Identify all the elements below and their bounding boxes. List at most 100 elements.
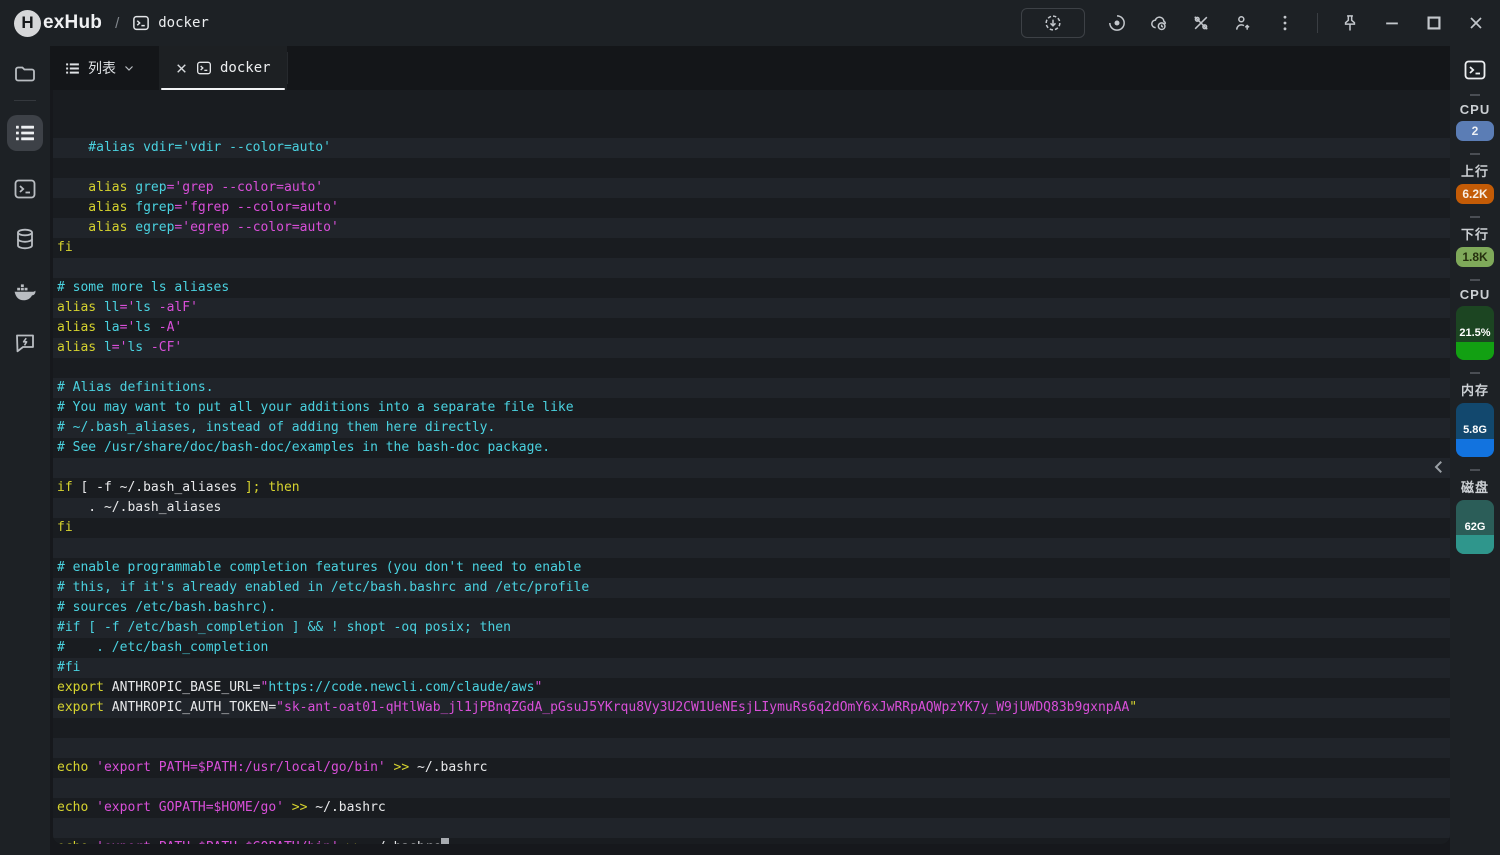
monitor-cpu-cores: CPU 2: [1456, 94, 1494, 141]
chat-icon[interactable]: [13, 331, 37, 355]
terminal-line: # . /etc/bash_completion: [57, 640, 269, 655]
terminal-tab-icon: [196, 60, 212, 76]
maximize-window-icon[interactable]: [1424, 13, 1444, 33]
title-bar: H exHub / docker: [0, 0, 1500, 46]
invite-user-icon[interactable]: [1233, 13, 1253, 33]
features-disabled-icon[interactable]: [1191, 13, 1211, 33]
monitor-sections: CPU 2 上行 6.2K 下行 1.8K CPU 21.5% 内存 5.8G 磁盘 62G: [1456, 82, 1494, 554]
terminal-line: #alias vdir='vdir --color=auto': [53, 138, 1450, 158]
terminal-line: [53, 458, 1450, 478]
terminal-line: alias grep='grep --color=auto': [53, 178, 1450, 198]
terminal-line: # See /usr/share/doc/bash-doc/examples i…: [57, 440, 551, 455]
database-icon[interactable]: [13, 227, 37, 251]
update-icon: [1045, 15, 1061, 31]
monitor-value-cpu-cores: 2: [1456, 121, 1494, 141]
terminal-line: [53, 818, 1450, 838]
update-check-button[interactable]: [1021, 8, 1085, 38]
terminal-panel[interactable]: #alias vdir='vdir --color=auto' alias gr…: [53, 90, 1450, 844]
monitor-value-upload: 6.2K: [1456, 184, 1494, 204]
terminal-line: export ANTHROPIC_BASE_URL="https://code.…: [57, 680, 543, 695]
breadcrumb-separator: /: [115, 14, 120, 32]
terminal-line: [53, 738, 1450, 758]
terminal-line: fi: [57, 240, 73, 255]
session-list-dropdown[interactable]: 列表: [50, 46, 149, 90]
terminal-line: echo 'export GOPATH=$HOME/go' >> ~/.bash…: [57, 800, 386, 815]
titlebar-actions: [1021, 8, 1486, 38]
app-brand: H exHub: [14, 9, 103, 37]
terminal-line: if [ -f ~/.bash_aliases ]; then: [57, 480, 300, 495]
terminal-line: fi: [57, 520, 73, 535]
sidebar-item-session-list[interactable]: [7, 115, 43, 151]
monitor-label: 内存: [1460, 383, 1489, 398]
monitor-upload: 上行 6.2K: [1456, 153, 1494, 204]
left-sidebar: [0, 46, 50, 855]
terminal-line: alias la='ls -A': [57, 320, 183, 335]
minimize-window-icon[interactable]: [1382, 13, 1402, 33]
close-window-icon[interactable]: [1466, 13, 1486, 33]
app-title: exHub: [43, 12, 103, 33]
terminal-cursor: [440, 838, 449, 844]
tab-separator: [286, 52, 288, 84]
monitor-label: CPU: [1459, 287, 1491, 302]
list-dropdown-label: 列表: [88, 60, 116, 76]
docker-icon[interactable]: [13, 279, 37, 303]
monitor-value-cpu-usage: 21.5%: [1456, 306, 1494, 360]
monitor-label: 磁盘: [1460, 480, 1489, 495]
terminal-session-icon: [132, 14, 150, 32]
monitor-separator: [1470, 279, 1480, 281]
terminal-line: # You may want to put all your additions…: [57, 400, 574, 415]
monitor-memory: 内存 5.8G: [1456, 372, 1494, 457]
terminal-line: alias ll='ls -alF': [53, 298, 1450, 318]
folder-icon[interactable]: [13, 62, 37, 86]
sidebar-divider: [14, 100, 36, 101]
monitor-separator: [1470, 372, 1480, 374]
pin-window-icon[interactable]: [1340, 13, 1360, 33]
monitor-label: 上行: [1460, 164, 1489, 179]
list-icon: [64, 60, 81, 77]
chevron-down-icon: [123, 62, 135, 74]
terminal-line: [53, 538, 1450, 558]
monitor-cpu-usage: CPU 21.5%: [1456, 279, 1494, 360]
terminal-line: . ~/.bash_aliases: [53, 498, 1450, 518]
terminal-line: # sources /etc/bash.bashrc).: [57, 600, 277, 615]
gauge-value: 62G: [1464, 521, 1486, 533]
terminal-line: #fi: [53, 658, 1450, 678]
terminal-lines: #alias vdir='vdir --color=auto' alias gr…: [53, 90, 1450, 844]
monitor-value-download: 1.8K: [1456, 247, 1494, 267]
terminal-line: # ~/.bash_aliases, instead of adding the…: [53, 418, 1450, 438]
gauge-value: 5.8G: [1463, 424, 1487, 436]
monitor-separator: [1470, 469, 1480, 471]
terminal-monitor-icon[interactable]: [1463, 58, 1487, 82]
more-menu-icon[interactable]: [1275, 13, 1295, 33]
main-area: 列表 docker #alias vdir='vdir --color=auto…: [50, 46, 1450, 855]
terminal-line: [53, 258, 1450, 278]
terminal-line: echo 'export PATH=$PATH:$GOPATH/bin' >> …: [53, 838, 1450, 844]
tab-docker[interactable]: docker: [159, 46, 287, 90]
terminal-line: [53, 778, 1450, 798]
terminal-line: export ANTHROPIC_AUTH_TOKEN="sk-ant-oat0…: [53, 698, 1450, 718]
collapse-monitor-panel-button[interactable]: [1430, 455, 1448, 479]
tab-title: docker: [220, 60, 271, 76]
terminal-line: alias l='ls -CF': [53, 338, 1450, 358]
monitor-separator: [1470, 216, 1480, 218]
cloud-sync-icon[interactable]: [1149, 13, 1169, 33]
terminal-line: # some more ls aliases: [57, 280, 230, 295]
monitor-label: 下行: [1460, 227, 1489, 242]
monitor-separator: [1470, 94, 1480, 96]
monitor-label: CPU: [1459, 102, 1491, 117]
close-tab-icon[interactable]: [175, 62, 188, 75]
terminal-line: # enable programmable completion feature…: [57, 560, 582, 575]
terminal-icon[interactable]: [13, 177, 37, 201]
gauge-value: 21.5%: [1459, 327, 1491, 339]
monitor-value-disk: 62G: [1456, 500, 1494, 554]
monitor-sidebar: CPU 2 上行 6.2K 下行 1.8K CPU 21.5% 内存 5.8G 磁盘 62G: [1450, 46, 1500, 855]
hexhub-logo-icon: H: [14, 9, 41, 37]
list-icon: [13, 121, 37, 145]
monitor-disk: 磁盘 62G: [1456, 469, 1494, 554]
broadcast-icon[interactable]: [1107, 13, 1127, 33]
terminal-line: # Alias definitions.: [53, 378, 1450, 398]
terminal-line: echo 'export PATH=$PATH:/usr/local/go/bi…: [57, 760, 488, 775]
